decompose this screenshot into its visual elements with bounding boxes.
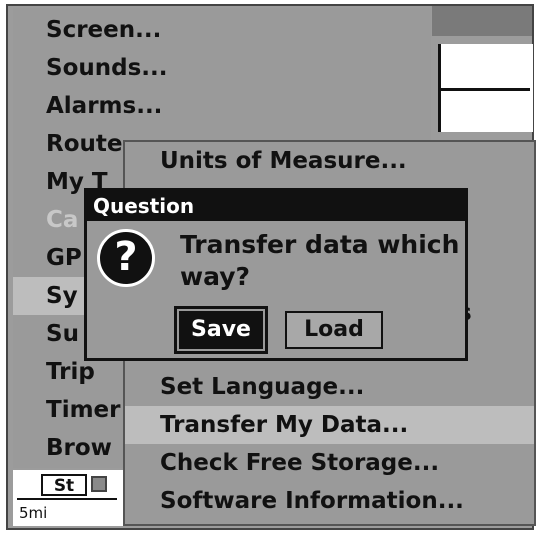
scale-line	[17, 498, 117, 500]
map-status-strip: St 5mi	[13, 470, 123, 526]
dialog-title: Question	[87, 191, 465, 221]
device-screen: Screen... Sounds... Alarms... Route My T…	[0, 0, 543, 537]
question-icon: ?	[97, 229, 155, 287]
question-dialog: Question ? Transfer data which way? Save…	[84, 188, 468, 361]
menu-item-sounds[interactable]: Sounds...	[13, 49, 431, 87]
menu-item-alarms[interactable]: Alarms...	[13, 87, 431, 125]
map-header-bar	[432, 6, 532, 36]
map-mini-icon	[91, 476, 107, 492]
map-scale: 5mi	[19, 504, 48, 522]
menu-item-screen[interactable]: Screen...	[13, 11, 431, 49]
submenu-item-units[interactable]: Units of Measure...	[125, 142, 534, 180]
submenu-item-check-free-storage[interactable]: Check Free Storage...	[125, 444, 534, 482]
dialog-message: Transfer data which way?	[180, 230, 460, 291]
save-button[interactable]: Save	[174, 306, 268, 354]
submenu-item-transfer-my-data[interactable]: Transfer My Data...	[125, 406, 534, 444]
submenu-item-set-language[interactable]: Set Language...	[125, 368, 534, 406]
map-line	[438, 88, 530, 91]
status-tab: St	[41, 474, 87, 496]
submenu-item-software-information[interactable]: Software Information...	[125, 482, 534, 520]
load-button[interactable]: Load	[285, 311, 383, 349]
